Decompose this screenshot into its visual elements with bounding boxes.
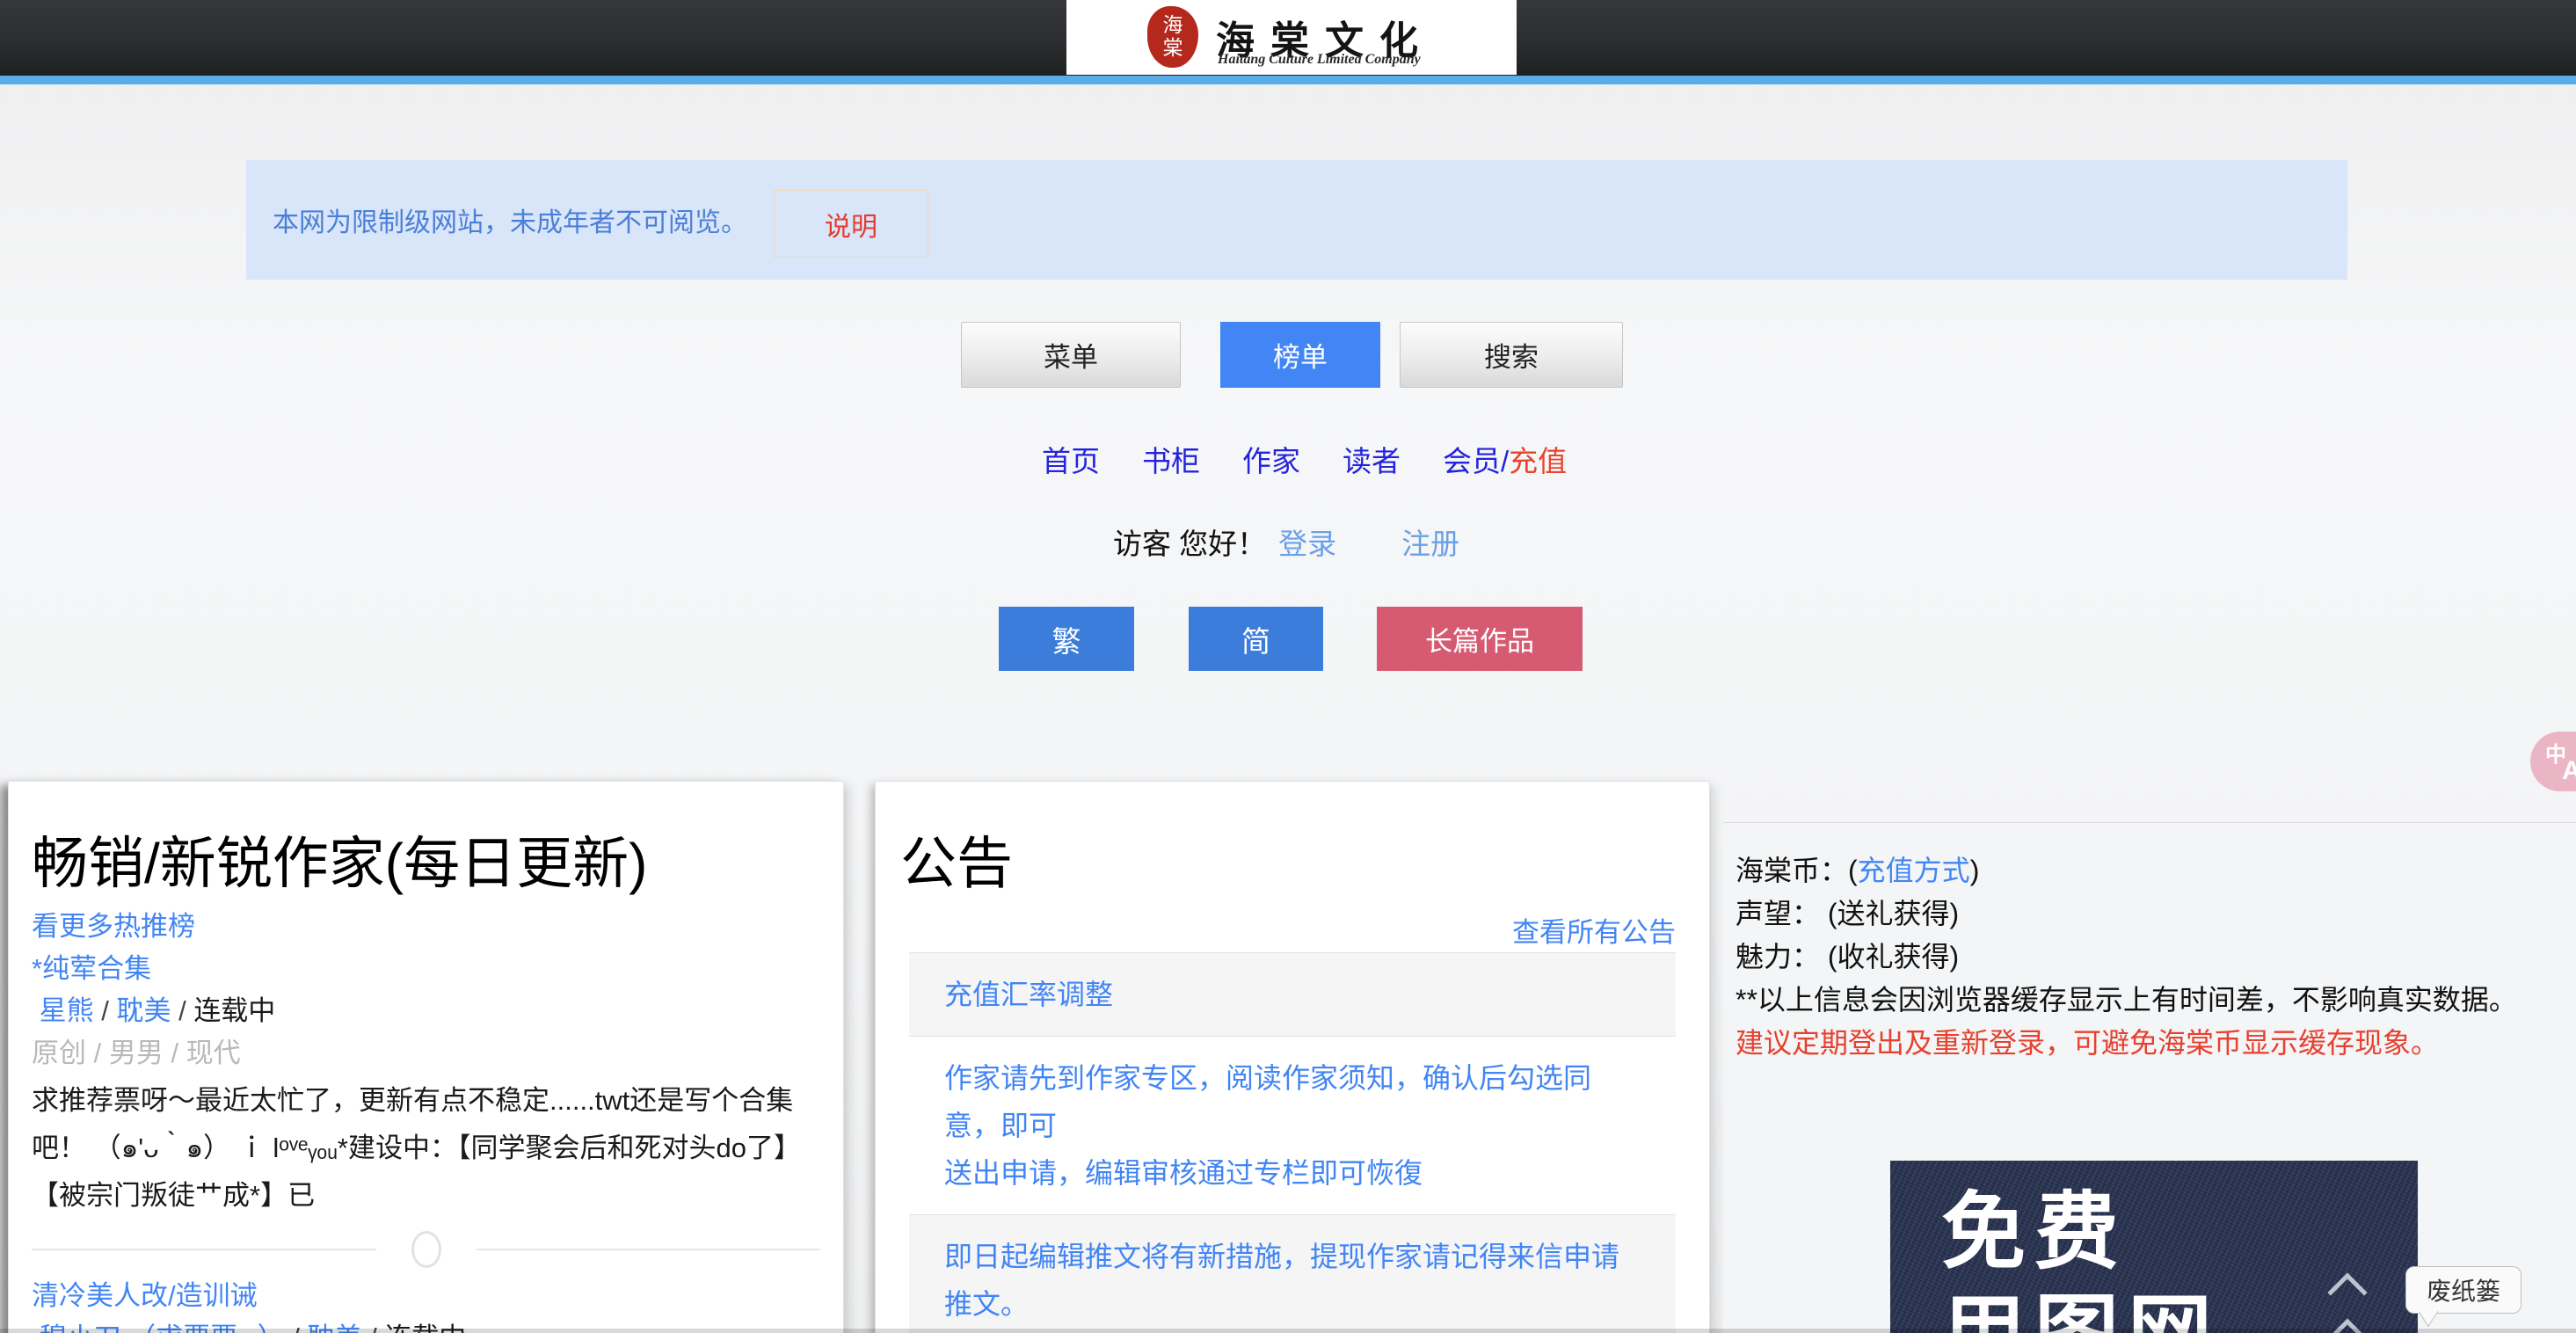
collection-link[interactable]: 清冷美人改/造训诫 bbox=[32, 1280, 258, 1311]
menu-button[interactable]: 菜单 bbox=[961, 322, 1181, 388]
brand-subtitle: Haitang Culture Limited Company bbox=[1218, 52, 1421, 68]
header-accent-strip bbox=[0, 76, 2576, 84]
notice-explain-button[interactable]: 说明 bbox=[774, 190, 928, 258]
nav-separator: / bbox=[1501, 445, 1509, 477]
seal-stamp-icon: 海 棠 bbox=[1147, 6, 1198, 68]
long-works-button[interactable]: 长篇作品 bbox=[1377, 607, 1583, 671]
announcement-list: 充值汇率调整 作家请先到作家专区，阅读作家须知，确认后勾选同意，即可 送出申请，… bbox=[909, 952, 1676, 1333]
register-link[interactable]: 注册 bbox=[1401, 521, 1459, 563]
announcements-panel: 公告 查看所有公告 充值汇率调整 作家请先到作家专区，阅读作家须知，确认后勾选同… bbox=[875, 781, 1710, 1333]
window-bottom-shadow bbox=[0, 1329, 2576, 1333]
bestsellers-panel: 畅销/新锐作家(每日更新) 看更多热推榜 *纯荤合集 星熊 / 耽美 / 连载中… bbox=[8, 781, 844, 1333]
bestsellers-title: 畅销/新锐作家(每日更新) bbox=[32, 831, 820, 896]
announcements-title: 公告 bbox=[900, 831, 1685, 896]
search-button[interactable]: 搜索 bbox=[1400, 322, 1623, 388]
divider-circle-icon bbox=[411, 1231, 441, 1268]
announcement-item[interactable]: 即日起编辑推文将有新措施，提现作家请记得来信申请推文。 另外若作品50%以上为剧… bbox=[909, 1215, 1676, 1333]
section-divider bbox=[32, 1230, 820, 1269]
list-item: 清冷美人改/造训诫 bbox=[32, 1281, 820, 1311]
age-restriction-notice: 本网为限制级网站，未成年者不可阅览。 说明 bbox=[246, 160, 2347, 280]
nav-recharge[interactable]: 充值 bbox=[1509, 445, 1567, 477]
site-logo[interactable]: 海 棠 海棠文化 Haitang Culture Limited Company bbox=[1066, 0, 1517, 75]
recharge-method-link[interactable]: 充值方式 bbox=[1858, 855, 1970, 886]
list-item: *纯荤合集 bbox=[32, 954, 820, 984]
greeting-row: 访客 您好！ 登录 注册 bbox=[1113, 521, 1459, 563]
announcement-item[interactable]: 充值汇率调整 bbox=[909, 952, 1676, 1037]
status-text: 连载中 bbox=[193, 995, 275, 1026]
nav-bookshelf[interactable]: 书柜 bbox=[1142, 438, 1200, 480]
seal-char-2: 棠 bbox=[1147, 37, 1198, 60]
translate-button[interactable]: 中 A bbox=[2530, 732, 2576, 791]
age-restriction-text: 本网为限制级网站，未成年者不可阅览。 bbox=[273, 160, 747, 280]
author-line: 星熊 / 耽美 / 连载中 bbox=[32, 996, 820, 1026]
nav-authors[interactable]: 作家 bbox=[1242, 438, 1300, 480]
translate-icon: A bbox=[2562, 756, 2576, 786]
reputation-line: 声望： (送礼获得) bbox=[1736, 892, 2576, 936]
charm-line: 魅力： (收礼获得) bbox=[1736, 936, 2576, 979]
traditional-chinese-button[interactable]: 繁 bbox=[999, 607, 1134, 671]
nav-member-recharge: 会员/充值 bbox=[1443, 438, 1567, 480]
coin-line: 海棠币：(充值方式) bbox=[1736, 849, 2576, 892]
login-link[interactable]: 登录 bbox=[1278, 521, 1336, 563]
cache-note: **以上信息会因浏览器缓存显示上有时间差，不影响真实数据。 bbox=[1736, 979, 2576, 1022]
simplified-chinese-button[interactable]: 简 bbox=[1189, 607, 1323, 671]
trash-button[interactable]: 废纸篓 bbox=[2405, 1266, 2521, 1314]
genre-link[interactable]: 耽美 bbox=[116, 995, 171, 1026]
nav-member[interactable]: 会员 bbox=[1443, 445, 1501, 477]
author-link[interactable]: 星熊 bbox=[40, 995, 94, 1026]
seal-char-1: 海 bbox=[1147, 14, 1198, 37]
author-blurb: 求推荐票呀～最近太忙了，更新有点不稳定......twt还是写个合集 吧！ （๑… bbox=[32, 1077, 820, 1220]
collection-link[interactable]: *纯荤合集 bbox=[32, 953, 151, 984]
view-all-announcements-link[interactable]: 查看所有公告 bbox=[1512, 917, 1676, 948]
header-bar: 海 棠 海棠文化 Haitang Culture Limited Company bbox=[0, 0, 2576, 76]
nav-home[interactable]: 首页 bbox=[1042, 438, 1100, 480]
tags-line: 原创 / 男男 / 现代 bbox=[32, 1038, 820, 1068]
nav-readers[interactable]: 读者 bbox=[1343, 438, 1401, 480]
banner-text-line1: 免费 bbox=[1941, 1185, 2418, 1280]
announcement-item[interactable]: 作家请先到作家专区，阅读作家须知，确认后勾选同意，即可 送出申请，编辑审核通过专… bbox=[909, 1037, 1676, 1215]
chevron-up-icon bbox=[2327, 1272, 2367, 1312]
scroll-top-button[interactable] bbox=[2332, 1273, 2370, 1333]
greeting-text: 访客 您好！ bbox=[1113, 521, 1266, 563]
rank-button[interactable]: 榜单 bbox=[1220, 322, 1380, 388]
more-hot-ranking-link[interactable]: 看更多热推榜 bbox=[32, 911, 195, 942]
relogin-tip: 建议定期登出及重新登录，可避免海棠币显示缓存现象。 bbox=[1736, 1022, 2576, 1065]
main-nav: 首页 书柜 作家 读者 会员/充值 bbox=[1042, 438, 1567, 480]
